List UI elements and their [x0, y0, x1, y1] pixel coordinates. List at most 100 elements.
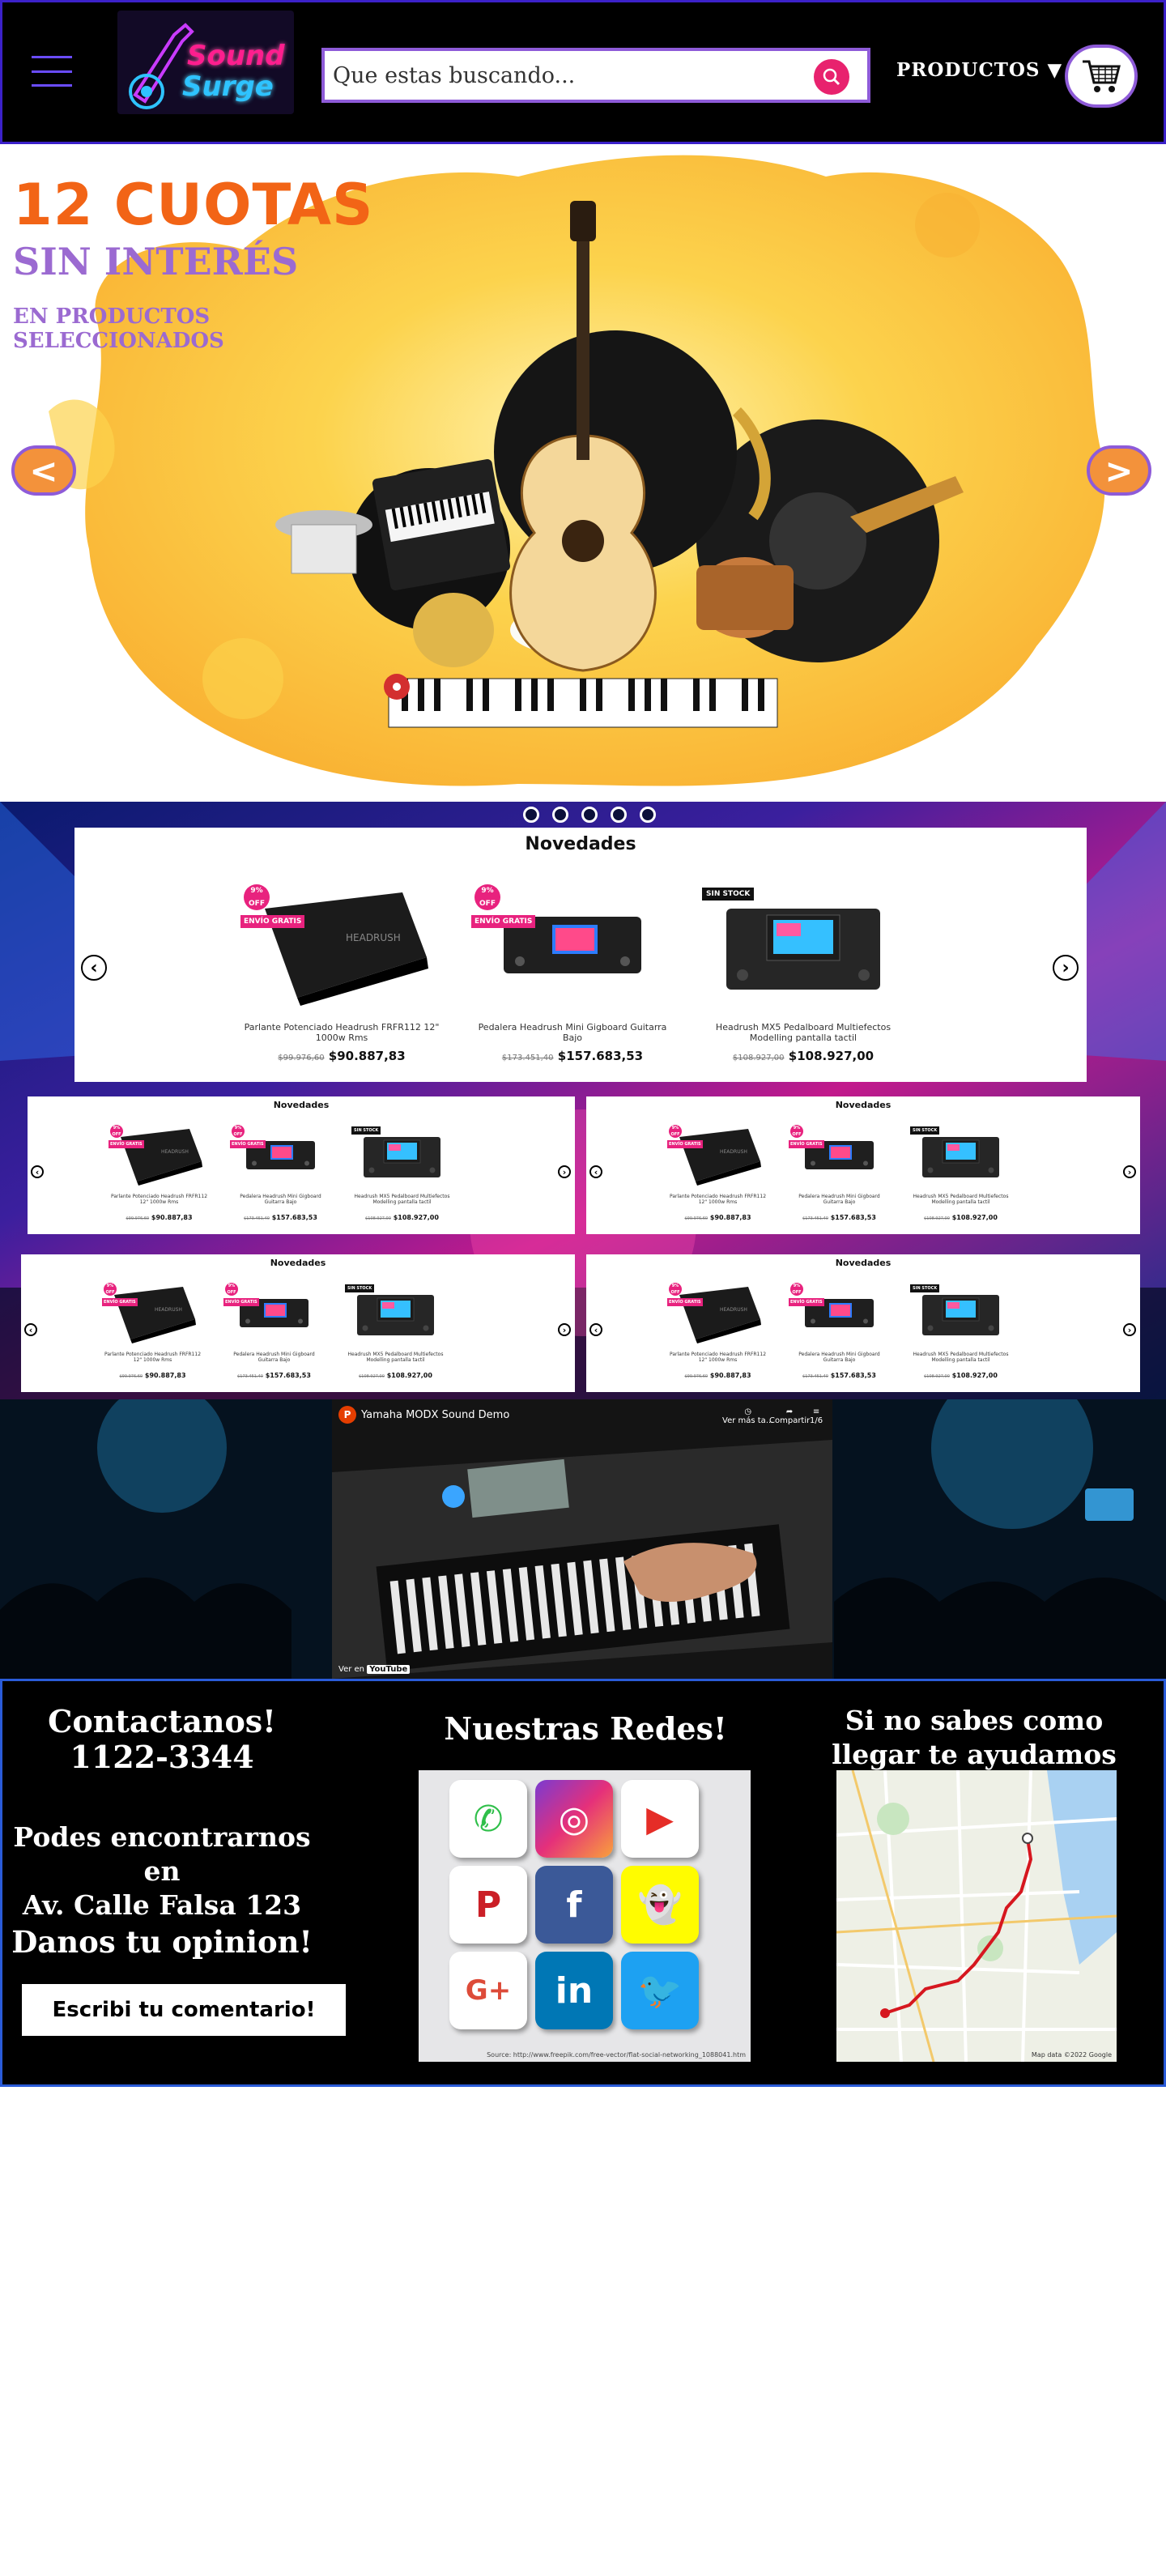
instagram-icon[interactable]: ◎ [535, 1780, 613, 1858]
product-item[interactable]: HEADRUSH Parlante Potenciado Headrush FRF… [667, 1283, 768, 1381]
product-item[interactable]: Headrush MX5 Pedalboard Multiefectos Mod… [351, 1125, 453, 1223]
watch-later-button[interactable]: ◷ Ver más ta... [722, 1407, 773, 1425]
speaker-image[interactable]: HEADRUSH [671, 1283, 764, 1343]
product-item[interactable]: Pedalera Headrush Mini Gigboard Guitarra… [223, 1283, 325, 1381]
product-pricing: $173.451,40 $157.683,53 [789, 1207, 890, 1223]
free-shipping-badge: ENVÍO GRATIS [223, 1298, 259, 1306]
product-old-price: $99.976,60 [684, 1374, 709, 1380]
pinterest-icon[interactable]: P [449, 1866, 527, 1944]
carousel-prev-button[interactable]: ‹ [81, 955, 107, 981]
channel-avatar[interactable]: P [338, 1406, 356, 1424]
product-name[interactable]: Headrush MX5 Pedalboard Multiefectos Mod… [910, 1194, 1011, 1205]
product-name[interactable]: Headrush MX5 Pedalboard Multiefectos Mod… [351, 1194, 453, 1205]
product-name[interactable]: Pedalera Headrush Mini Gigboard Guitarra… [223, 1352, 325, 1363]
speaker-image[interactable]: HEADRUSH [671, 1125, 764, 1186]
carousel-prev-button[interactable]: < [11, 445, 76, 496]
carousel-next-button[interactable]: › [1123, 1323, 1136, 1336]
product-item[interactable]: HEADRUSH Parlante Potenciado Headrush FRF… [102, 1283, 203, 1381]
youtube-icon[interactable]: ▶ [621, 1780, 699, 1858]
pedalboard-mini-image[interactable] [479, 884, 666, 1006]
search-button[interactable] [814, 59, 849, 95]
product-item[interactable]: Pedalera Headrush Mini Gigboard Guitarra… [789, 1283, 890, 1381]
product-name[interactable]: Headrush MX5 Pedalboard Multiefectos Mod… [910, 1352, 1011, 1363]
carousel-next-button[interactable]: › [558, 1323, 571, 1336]
share-button[interactable]: ➦ Compartir [769, 1407, 810, 1425]
carousel-title: Novedades [835, 1100, 892, 1110]
pedalboard-mini-image[interactable] [228, 1283, 321, 1343]
product-name[interactable]: Parlante Potenciado Headrush FRFR112 12"… [240, 1022, 443, 1043]
address-block: Podes encontrarnos en Av. Calle Falsa 12… [2, 1820, 321, 1922]
product-carousel-card: Novedades ‹ › HEADRUSH Parlante Potenciado H… [74, 828, 1087, 1082]
speaker-image[interactable]: HEADRUSH [113, 1125, 206, 1186]
speaker-image[interactable]: HEADRUSH [106, 1283, 199, 1343]
linkedin-icon[interactable]: in [535, 1952, 613, 2029]
product-name[interactable]: Pedalera Headrush Mini Gigboard Guitarra… [471, 1022, 674, 1043]
carousel-next-button[interactable]: › [558, 1165, 571, 1178]
product-name[interactable]: Parlante Potenciado Headrush FRFR112 12"… [667, 1352, 768, 1363]
snapchat-icon[interactable]: 👻 [621, 1866, 699, 1944]
product-name[interactable]: Headrush MX5 Pedalboard Multiefectos Mod… [345, 1352, 446, 1363]
carousel-next-button[interactable]: › [1053, 955, 1079, 981]
product-name[interactable]: Parlante Potenciado Headrush FRFR112 12"… [667, 1194, 768, 1205]
product-item[interactable]: Pedalera Headrush Mini Gigboard Guitarra… [789, 1125, 890, 1223]
product-carousel-card: Novedades ‹ › HEADRUSH Parlante Potenciado H… [586, 1096, 1140, 1234]
product-pricing: $108.927,00 $108.927,00 [910, 1365, 1011, 1381]
cart-button[interactable] [1065, 45, 1138, 108]
carousel-next-button[interactable]: > [1087, 445, 1151, 496]
product-old-price: $99.976,60 [684, 1216, 709, 1222]
watch-on-youtube-link[interactable]: Ver en YouTube [338, 1665, 411, 1674]
product-name[interactable]: Pedalera Headrush Mini Gigboard Guitarra… [230, 1194, 331, 1205]
carousel-dot[interactable] [523, 807, 539, 823]
video-title[interactable]: Yamaha MODX Sound Demo [361, 1409, 509, 1421]
carousel-prev-button[interactable]: ‹ [589, 1165, 602, 1178]
product-name[interactable]: Parlante Potenciado Headrush FRFR112 12"… [109, 1194, 210, 1205]
product-item[interactable]: Headrush MX5 Pedalboard Multiefectos Mod… [910, 1125, 1011, 1223]
product-item[interactable]: HEADRUSH Parlante Potenciado Headrush FRF… [667, 1125, 768, 1223]
carousel-prev-button[interactable]: ‹ [31, 1165, 44, 1178]
product-pricing: $99.976,60 $90.887,83 [667, 1365, 768, 1381]
discount-badge: 9% OFF [104, 1283, 117, 1296]
pedalboard-mini-image[interactable] [234, 1125, 327, 1186]
location-map[interactable]: Map data ©2022 Google [836, 1770, 1117, 2062]
playlist-button[interactable]: ≡ 1/6 [810, 1407, 823, 1425]
pedalboard-mini-image[interactable] [793, 1283, 886, 1343]
google-plus-icon[interactable]: G+ [449, 1952, 527, 2029]
search-box [321, 48, 870, 103]
product-item[interactable]: Headrush MX5 Pedalboard Multiefectos Mod… [702, 884, 904, 1063]
facebook-icon[interactable]: f [535, 1866, 613, 1944]
carousel-dot[interactable] [552, 807, 568, 823]
out-of-stock-badge: SIN STOCK [910, 1284, 940, 1292]
pedalboard-mini-image[interactable] [793, 1125, 886, 1186]
svg-text:HEADRUSH: HEADRUSH [161, 1149, 189, 1155]
productos-dropdown[interactable]: PRODUCTOS ▼ [896, 59, 1062, 81]
product-item[interactable]: Pedalera Headrush Mini Gigboard Guitarra… [471, 884, 674, 1063]
product-item[interactable]: Headrush MX5 Pedalboard Multiefectos Mod… [345, 1283, 446, 1381]
carousel-next-button[interactable]: › [1123, 1165, 1136, 1178]
whatsapp-icon[interactable]: ✆ [449, 1780, 527, 1858]
product-name[interactable]: Parlante Potenciado Headrush FRFR112 12"… [102, 1352, 203, 1363]
map-credit: Map data ©2022 Google [1031, 2051, 1112, 2059]
product-name[interactable]: Headrush MX5 Pedalboard Multiefectos Mod… [702, 1022, 904, 1043]
site-logo[interactable]: Sound Surge [117, 11, 294, 114]
twitter-icon[interactable]: 🐦 [621, 1952, 699, 2029]
carousel-dot[interactable] [640, 807, 656, 823]
product-price: $108.927,00 [949, 1214, 998, 1222]
product-old-price: $99.976,60 [278, 1054, 325, 1063]
product-item[interactable]: Pedalera Headrush Mini Gigboard Guitarra… [230, 1125, 331, 1223]
youtube-video-player[interactable]: P Yamaha MODX Sound Demo ◷ Ver más ta... … [332, 1399, 832, 1679]
product-item[interactable]: HEADRUSH Parlante Potenciado Headrush FRF… [109, 1125, 210, 1223]
contact-phone[interactable]: 1122-3344 [2, 1739, 321, 1775]
search-input[interactable] [333, 57, 786, 93]
product-name[interactable]: Pedalera Headrush Mini Gigboard Guitarra… [789, 1352, 890, 1363]
carousel-prev-button[interactable]: ‹ [24, 1323, 37, 1336]
carousel-prev-button[interactable]: ‹ [589, 1323, 602, 1336]
hamburger-menu-icon[interactable] [32, 56, 72, 87]
product-item[interactable]: HEADRUSH Parlante Potenciado Headrush FRF… [240, 884, 443, 1063]
carousel-dot[interactable] [581, 807, 598, 823]
product-item[interactable]: Headrush MX5 Pedalboard Multiefectos Mod… [910, 1283, 1011, 1381]
write-comment-button[interactable]: Escribi tu comentario! [22, 1984, 346, 2036]
pedalboard-mx5-image[interactable] [710, 884, 896, 1006]
carousel-dot[interactable] [611, 807, 627, 823]
speaker-image[interactable]: HEADRUSH [249, 884, 435, 1006]
product-name[interactable]: Pedalera Headrush Mini Gigboard Guitarra… [789, 1194, 890, 1205]
